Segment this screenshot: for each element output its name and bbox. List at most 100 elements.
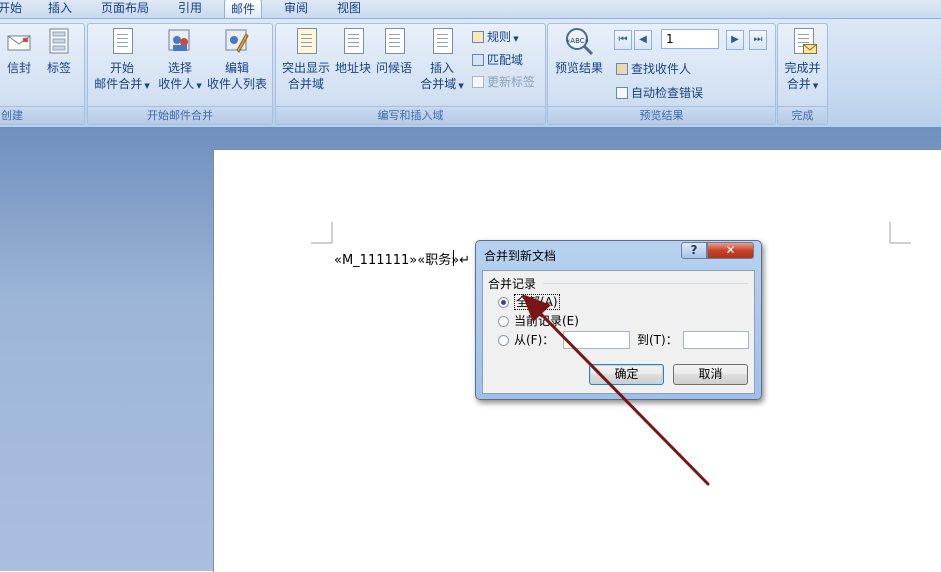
tab-mailings[interactable]: 邮件: [224, 0, 263, 20]
dropdown-arrow-icon: ▼: [142, 82, 150, 90]
group-preview-results: «ABC» 预览结果 ⏮ ◀ 1 ▶ ⏭ 查找收件人 自动检查错误 预览结果: [547, 23, 776, 125]
find-recipient-label: 查找收件人: [631, 62, 692, 76]
rules-button[interactable]: 规则 ▼: [472, 29, 519, 47]
finish-merge-icon: [791, 28, 817, 56]
abc-badge: «ABC»: [566, 37, 589, 45]
margin-corner-top-right: [889, 222, 911, 244]
first-record-icon: ⏮: [618, 34, 628, 45]
group-write-insert-label: 编写和插入域: [276, 106, 545, 124]
group-preview-label: 预览结果: [548, 106, 775, 124]
select-recipients-label-2: 收件人: [158, 77, 195, 91]
ok-button[interactable]: 确定: [589, 364, 664, 385]
tab-review[interactable]: 审阅: [284, 0, 308, 18]
find-recipient-button[interactable]: 查找收件人: [616, 61, 691, 77]
dialog-title: 合并到新文档: [484, 249, 557, 263]
merge-to-new-document-dialog: 合并到新文档 ? ✕ 合并记录 全部(A) 当前记录(E) 从(F)： 到(T)…: [475, 240, 762, 400]
greeting-label: 问候语: [375, 61, 412, 75]
update-labels-label: 更新标签: [487, 75, 536, 89]
tab-references[interactable]: 引用: [178, 0, 202, 18]
group-divider: [543, 283, 748, 284]
option-all-row[interactable]: 全部(A): [498, 294, 560, 310]
address-block-icon: [341, 28, 365, 56]
help-icon: ?: [690, 243, 698, 257]
highlight-merge-fields-button[interactable]: 突出显示 合并域: [280, 28, 332, 92]
auto-check-errors-button[interactable]: 自动检查错误: [616, 85, 703, 101]
recipients-icon: [168, 28, 192, 56]
start-mail-merge-button[interactable]: 开始 邮件合并 ▼: [92, 28, 152, 94]
envelope-button[interactable]: 信封: [1, 28, 37, 76]
record-number-input[interactable]: 1: [661, 29, 719, 49]
dropdown-arrow-icon: ▼: [810, 82, 819, 90]
radio-all[interactable]: [498, 297, 509, 308]
group-create: 信封 标签 创建: [0, 23, 85, 125]
envelope-icon: [7, 28, 31, 56]
close-icon: ✕: [725, 243, 736, 257]
dialog-body: 合并记录 全部(A) 当前记录(E) 从(F)： 到(T)： 确定 取消: [482, 270, 755, 394]
highlight-icon: [294, 28, 318, 56]
update-labels-icon: [472, 76, 484, 88]
address-block-label: 地址块: [334, 61, 371, 75]
group-finish: 完成并 合并 ▼ 完成: [777, 23, 828, 125]
tab-page-layout[interactable]: 页面布局: [101, 0, 149, 18]
option-from-row[interactable]: 从(F)：: [498, 333, 554, 347]
match-fields-button[interactable]: 匹配域: [472, 52, 523, 68]
group-start-mail-merge: 开始 邮件合并 ▼ 选择 收件人 ▼ 编辑 收件人列表 开始邮件合并: [87, 23, 273, 125]
insert-field-icon: [430, 28, 454, 56]
last-record-button[interactable]: ⏭: [749, 30, 767, 50]
ribbon: 信封 标签 创建 开始 邮件合并 ▼ 选择 收件人 ▼ 编辑 收件人列表 开始邮…: [0, 18, 941, 128]
insert-field-label-1: 插入: [429, 61, 454, 75]
merge-records-group-label: 合并记录: [488, 277, 537, 291]
first-record-button[interactable]: ⏮: [614, 30, 632, 50]
auto-check-icon: [616, 87, 628, 99]
option-current-label: 当前记录(E): [514, 314, 579, 328]
next-record-button[interactable]: ▶: [726, 30, 744, 50]
from-input[interactable]: [563, 331, 630, 349]
ribbon-tab-bar: 开始 插入 页面布局 引用 邮件 审阅 视图: [0, 0, 941, 20]
next-record-icon: ▶: [731, 34, 739, 45]
greeting-line-button[interactable]: 问候语: [375, 28, 413, 76]
last-record-icon: ⏭: [753, 34, 763, 45]
close-button[interactable]: ✕: [707, 242, 754, 259]
radio-current[interactable]: [498, 316, 509, 327]
start-merge-label-1: 开始: [109, 61, 134, 75]
update-labels-button[interactable]: 更新标签: [472, 74, 535, 90]
cancel-button[interactable]: 取消: [673, 364, 748, 385]
group-finish-label: 完成: [778, 106, 827, 124]
highlight-label-2: 合并域: [287, 77, 324, 91]
select-recipients-label-1: 选择: [167, 61, 192, 75]
group-create-label: 创建: [0, 106, 84, 124]
radio-from[interactable]: [498, 335, 509, 346]
labels-button[interactable]: 标签: [41, 28, 77, 76]
find-recipient-icon: [616, 63, 628, 75]
greeting-icon: [382, 28, 406, 56]
tab-view[interactable]: 视图: [337, 0, 361, 18]
to-input[interactable]: [683, 331, 749, 349]
tab-insert[interactable]: 插入: [48, 0, 72, 18]
select-recipients-button[interactable]: 选择 收件人 ▼: [154, 28, 206, 94]
dropdown-arrow-icon: ▼: [511, 35, 519, 43]
dropdown-arrow-icon: ▼: [194, 82, 202, 90]
help-button[interactable]: ?: [681, 242, 707, 259]
preview-results-button[interactable]: «ABC» 预览结果: [551, 28, 607, 76]
match-fields-label: 匹配域: [487, 53, 524, 67]
address-block-button[interactable]: 地址块: [334, 28, 372, 76]
edit-list-label-1: 编辑: [224, 61, 249, 75]
finish-merge-button[interactable]: 完成并 合并 ▼: [780, 28, 825, 94]
labels-label: 标签: [46, 61, 71, 75]
preview-results-label: 预览结果: [554, 61, 603, 75]
labels-icon: [47, 28, 71, 56]
option-all-label: 全部(A): [514, 294, 560, 310]
insert-merge-field-button[interactable]: 插入 合并域 ▼: [416, 28, 468, 94]
group-start-merge-label: 开始邮件合并: [88, 106, 272, 124]
match-fields-icon: [472, 54, 484, 66]
rules-label: 规则: [487, 30, 512, 44]
finish-merge-label-1: 完成并: [784, 61, 821, 75]
option-current-row[interactable]: 当前记录(E): [498, 314, 579, 328]
edit-recipient-list-button[interactable]: 编辑 收件人列表: [204, 28, 270, 92]
insert-field-label-2: 合并域: [420, 77, 457, 91]
option-from-label: 从(F)：: [514, 333, 555, 347]
merge-field-text[interactable]: «M_111111»«职务»↵: [334, 249, 470, 268]
start-merge-icon: [110, 28, 134, 56]
previous-record-button[interactable]: ◀: [634, 30, 652, 50]
tab-home[interactable]: 开始: [0, 0, 22, 18]
